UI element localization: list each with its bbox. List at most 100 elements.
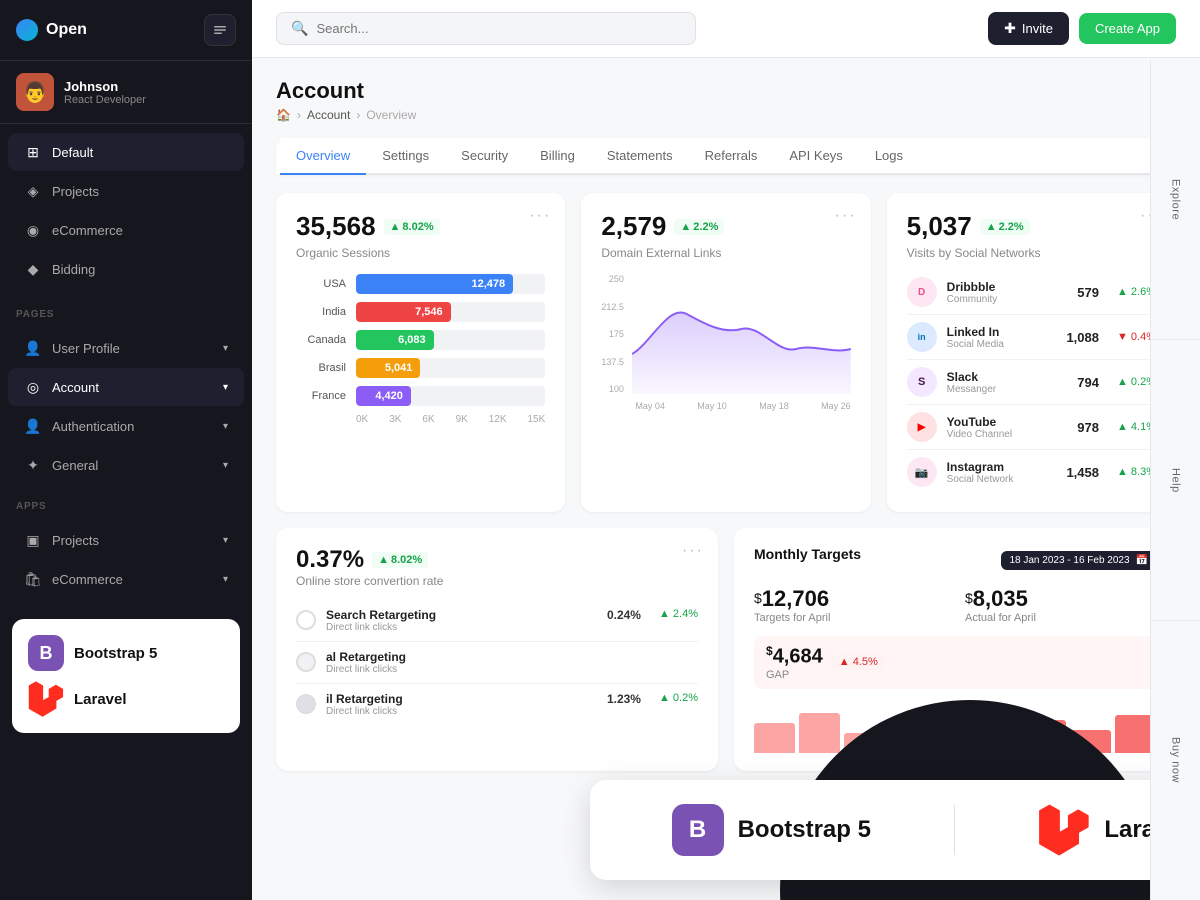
social-visits-value: 5,037 ▲ 2.2% (907, 211, 1156, 242)
sidebar-item-account[interactable]: ◎ Account ▾ (8, 368, 244, 406)
logo-icon (16, 19, 38, 41)
social-visits-label: Visits by Social Networks (907, 246, 1156, 260)
social-row-instagram: 📷 Instagram Social Network 1,458 ▲ 8.3% (907, 450, 1156, 494)
sidebar-item-default[interactable]: ⊞ Default (8, 133, 244, 171)
bar-row-usa: USA 12,478 (296, 274, 545, 294)
user-profile-icon: 👤 (24, 339, 42, 357)
mini-bar-chart (754, 703, 1156, 753)
chevron-down-icon: ▾ (223, 421, 228, 432)
tab-api-keys[interactable]: API Keys (773, 138, 858, 175)
avatar: 👨 (16, 73, 54, 111)
retarget-item-search: Search Retargeting Direct link clicks 0.… (296, 600, 698, 642)
laravel-icon (1038, 804, 1090, 856)
explore-label: Explore (1170, 179, 1182, 220)
chevron-down-icon: ▾ (223, 535, 228, 546)
bar-chart: USA 12,478 India 7,546 Canada (296, 274, 545, 425)
tab-statements[interactable]: Statements (591, 138, 689, 175)
card-more-button[interactable]: ··· (529, 207, 551, 225)
targets-title: Monthly Targets (754, 546, 861, 562)
search-input[interactable] (316, 21, 681, 36)
breadcrumb-current: Overview (366, 108, 416, 122)
search-icon: 🔍 (291, 20, 308, 37)
breadcrumb: 🏠 › Account › Overview (276, 108, 1176, 122)
buy-now-panel-button[interactable]: Buy now (1151, 621, 1200, 900)
page-title: Account (276, 78, 1176, 104)
sidebar: Open 👨 Johnson React Developer ⊞ Default… (0, 0, 252, 900)
sidebar-item-projects[interactable]: ◈ Projects (8, 172, 244, 210)
instagram-icon: 📷 (907, 457, 937, 487)
breadcrumb-separator: › (297, 108, 301, 122)
organic-sessions-badge: ▲ 8.02% (384, 219, 440, 235)
sidebar-item-authentication[interactable]: 👤 Authentication ▾ (8, 407, 244, 445)
help-label: Help (1170, 468, 1182, 493)
create-app-button[interactable]: Create App (1079, 13, 1176, 44)
account-icon: ◎ (24, 378, 42, 396)
chevron-down-icon: ▾ (223, 460, 228, 471)
promo-bootstrap: B Bootstrap 5 (672, 804, 871, 856)
retarget-icon (296, 652, 316, 672)
tab-referrals[interactable]: Referrals (689, 138, 774, 175)
chevron-down-icon: ▾ (223, 382, 228, 393)
organic-sessions-card: ··· 35,568 ▲ 8.02% Organic Sessions USA … (276, 193, 565, 512)
domain-links-card: ··· 2,579 ▲ 2.2% Domain External Links 2… (581, 193, 870, 512)
general-icon: ✦ (24, 456, 42, 474)
pages-section-label: PAGES (0, 297, 252, 324)
user-info: Johnson React Developer (64, 79, 236, 106)
sidebar-item-ecommerce[interactable]: ◉ eCommerce (8, 211, 244, 249)
ecommerce-icon: ◉ (24, 221, 42, 239)
laravel-label: Laravel (74, 691, 127, 708)
page-header: Account 🏠 › Account › Overview (276, 78, 1176, 122)
linkedin-icon: in (907, 322, 937, 352)
bootstrap-icon: B (672, 804, 724, 856)
bar-axis: 0K3K6K9K12K15K (296, 414, 545, 425)
organic-sessions-value: 35,568 ▲ 8.02% (296, 211, 545, 242)
chevron-down-icon: ▾ (223, 574, 228, 585)
card-more-button[interactable]: ··· (835, 207, 857, 225)
card-more-button[interactable]: ··· (682, 542, 704, 560)
retarget-list: Search Retargeting Direct link clicks 0.… (296, 600, 698, 725)
sidebar-toggle-button[interactable] (204, 14, 236, 46)
sidebar-item-app-projects[interactable]: ▣ Projects ▾ (8, 521, 244, 559)
gap-stat: $4,684 GAP ▲ 4.5% (754, 636, 1156, 689)
laravel-icon (28, 681, 64, 717)
tab-billing[interactable]: Billing (524, 138, 591, 175)
topbar: 🔍 ✚ Invite Create App (252, 0, 1200, 58)
social-list: D Dribbble Community 579 ▲ 2.6% in Linke… (907, 270, 1156, 494)
domain-links-label: Domain External Links (601, 246, 850, 260)
domain-links-value: 2,579 ▲ 2.2% (601, 211, 850, 242)
tab-settings[interactable]: Settings (366, 138, 445, 175)
bootstrap-icon: B (28, 635, 64, 671)
social-row-youtube: ▶ YouTube Video Channel 978 ▲ 4.1% (907, 405, 1156, 450)
tab-security[interactable]: Security (445, 138, 524, 175)
chevron-down-icon: ▾ (223, 343, 228, 354)
breadcrumb-account[interactable]: Account (307, 108, 350, 122)
sidebar-item-label: Default (52, 145, 93, 160)
domain-links-badge: ▲ 2.2% (674, 219, 724, 235)
sidebar-item-general[interactable]: ✦ General ▾ (8, 446, 244, 484)
promo-overlay: B Bootstrap 5 Laravel (590, 780, 1200, 880)
projects-icon: ◈ (24, 182, 42, 200)
sidebar-item-user-profile[interactable]: 👤 User Profile ▾ (8, 329, 244, 367)
sidebar-item-app-ecommerce[interactable]: 🛍 eCommerce ▾ (8, 560, 244, 598)
sidebar-item-label: Account (52, 380, 99, 395)
help-panel-button[interactable]: Help (1151, 340, 1200, 620)
explore-panel-button[interactable]: Explore (1151, 60, 1200, 340)
tab-overview[interactable]: Overview (280, 138, 366, 175)
sidebar-item-bidding[interactable]: ◆ Bidding (8, 250, 244, 288)
stats-row: ··· 35,568 ▲ 8.02% Organic Sessions USA … (276, 193, 1176, 512)
invite-button[interactable]: ✚ Invite (988, 12, 1069, 45)
bootstrap-label: Bootstrap 5 (738, 816, 871, 844)
conversion-label: Online store convertion rate (296, 574, 698, 588)
social-row-slack: S Slack Messanger 794 ▲ 0.2% (907, 360, 1156, 405)
bar-row-brasil: Brasil 5,041 (296, 358, 545, 378)
bidding-icon: ◆ (24, 260, 42, 278)
calendar-icon: 📅 (1136, 555, 1148, 566)
tab-logs[interactable]: Logs (859, 138, 919, 175)
organic-sessions-label: Organic Sessions (296, 246, 545, 260)
social-row-linkedin: in Linked In Social Media 1,088 ▼ 0.4% (907, 315, 1156, 360)
promo-divider (954, 805, 955, 855)
bar-row-india: India 7,546 (296, 302, 545, 322)
conversion-rate-value: 0.37% ▲ 8.02% (296, 546, 698, 574)
bootstrap-label: Bootstrap 5 (74, 645, 157, 662)
dribbble-icon: D (907, 277, 937, 307)
